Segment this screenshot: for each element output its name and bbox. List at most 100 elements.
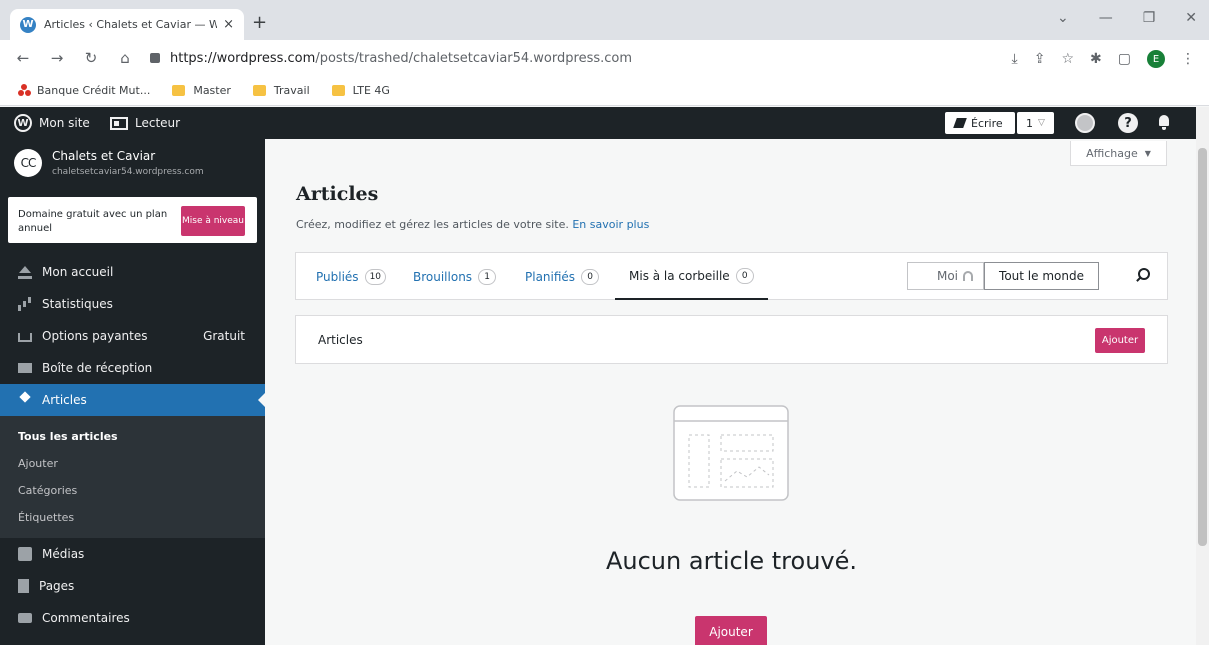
learn-more-link[interactable]: En savoir plus [572, 218, 649, 231]
wordpress-favicon-icon: W [20, 16, 36, 33]
forward-icon[interactable]: → [46, 49, 68, 67]
upgrade-button[interactable]: Mise à niveau [181, 206, 245, 236]
my-site-link[interactable]: W Mon site [14, 107, 90, 139]
url-host: https://wordpress.com [170, 50, 316, 66]
folder-icon [252, 85, 266, 96]
help-icon[interactable]: ? [1118, 113, 1138, 133]
add-post-button[interactable]: Ajouter [1095, 328, 1145, 353]
write-button[interactable]: Écrire [945, 112, 1015, 134]
tab-count: 1 [478, 268, 497, 285]
search-icon[interactable] [1136, 268, 1150, 281]
page-title: Articles [296, 183, 379, 205]
tab-search-icon[interactable]: ⌄ [1057, 10, 1069, 26]
bookmarks-bar: Banque Crédit Mut... Master Travail LTE … [0, 76, 1209, 106]
view-label: Affichage [1086, 146, 1138, 160]
bookmark-label: Banque Crédit Mut... [37, 84, 151, 97]
close-window-icon[interactable]: ✕ [1185, 10, 1197, 26]
status-tabs: Publiés 10 Brouillons 1 Planifiés 0 Mis … [295, 252, 1168, 300]
caret-down-icon: ▼ [1144, 148, 1151, 158]
install-icon[interactable]: ⤓ [1012, 51, 1018, 67]
bookmark-item[interactable]: Banque Crédit Mut... [18, 84, 150, 97]
filter-me-label: Moi [936, 269, 958, 283]
sidebar-item-inbox[interactable]: Boîte de réception [0, 352, 265, 384]
submenu-add-new[interactable]: Ajouter [0, 450, 265, 477]
browser-tab[interactable]: W Articles ‹ Chalets et Caviar — Wo × [10, 9, 244, 40]
folder-icon [331, 85, 345, 96]
new-tab-icon[interactable]: + [252, 12, 267, 33]
share-icon[interactable]: ⇪ [1034, 51, 1046, 67]
empty-posts-illustration-icon [673, 405, 789, 501]
bookmark-folder[interactable]: Travail [252, 84, 310, 97]
submenu-all-posts[interactable]: Tous les articles [0, 423, 265, 450]
url-field[interactable]: https://wordpress.com/posts/trashed/chal… [150, 44, 632, 72]
filter-me[interactable]: Moi [907, 262, 984, 290]
sidebar-item-comments[interactable]: Commentaires [0, 602, 265, 634]
bookmark-label: Travail [273, 84, 310, 97]
page-subtitle: Créez, modifiez et gérez les articles de… [296, 218, 649, 231]
submenu-tags[interactable]: Étiquettes [0, 504, 265, 531]
bookmark-folder[interactable]: LTE 4G [331, 84, 390, 97]
lock-icon [150, 53, 160, 63]
sidebar-item-stats[interactable]: Statistiques [0, 288, 265, 320]
posts-submenu: Tous les articles Ajouter Catégories Éti… [0, 416, 265, 538]
write-label: Écrire [971, 116, 1003, 130]
bookmark-star-icon[interactable]: ☆ [1061, 51, 1074, 67]
user-icon [963, 271, 973, 281]
sidebar-item-label: Articles [42, 393, 87, 407]
minimize-icon[interactable]: — [1099, 10, 1113, 26]
filter-everyone[interactable]: Tout le monde [984, 262, 1099, 290]
tab-label: Mis à la corbeille [629, 268, 730, 283]
sidebar-item-pages[interactable]: Pages [0, 570, 265, 602]
tab-drafts[interactable]: Brouillons 1 [413, 253, 497, 300]
submenu-categories[interactable]: Catégories [0, 477, 265, 504]
extensions-icon[interactable]: ✱ [1090, 51, 1102, 67]
draft-count: 1 [1026, 116, 1034, 130]
reader-link[interactable]: Lecteur [110, 107, 180, 139]
chevron-down-icon: ▽ [1038, 118, 1045, 128]
sidebar-item-posts[interactable]: Articles [0, 384, 265, 416]
tab-scheduled[interactable]: Planifiés 0 [525, 253, 600, 300]
maximize-icon[interactable]: ❐ [1143, 10, 1156, 26]
upsell-text: Domaine gratuit avec un plan annuel [18, 209, 168, 234]
bookmark-label: Master [193, 84, 231, 97]
draft-count-dropdown[interactable]: 1 ▽ [1017, 112, 1054, 134]
empty-state-add-button[interactable]: Ajouter [695, 616, 767, 645]
reader-label: Lecteur [135, 116, 181, 130]
bookmark-folder[interactable]: Master [172, 84, 231, 97]
back-icon[interactable]: ← [12, 49, 34, 67]
notifications-bell-icon[interactable] [1157, 115, 1171, 130]
list-label: Articles [318, 333, 363, 347]
sidebar-item-home[interactable]: Mon accueil [0, 256, 265, 288]
site-header[interactable]: CC Chalets et Caviar chaletsetcaviar54.w… [0, 139, 265, 189]
plan-badge: Gratuit [203, 329, 245, 343]
sidepanel-icon[interactable]: ▢ [1118, 51, 1131, 67]
tab-published[interactable]: Publiés 10 [316, 253, 387, 300]
user-avatar[interactable] [1075, 113, 1095, 133]
sidebar-item-label: Options payantes [42, 329, 148, 343]
comment-icon [18, 613, 32, 623]
profile-avatar[interactable]: E [1147, 50, 1165, 68]
view-dropdown[interactable]: Affichage ▼ [1070, 141, 1167, 166]
sidebar-item-label: Mon accueil [42, 265, 114, 279]
site-name: Chalets et Caviar [52, 149, 156, 163]
tab-close-icon[interactable]: × [223, 17, 234, 32]
upsell-banner: Domaine gratuit avec un plan annuel Mise… [8, 197, 257, 243]
reload-icon[interactable]: ↻ [80, 49, 102, 67]
pages-icon [18, 579, 29, 593]
bar-chart-icon [18, 297, 32, 311]
wp-admin-bar: W Mon site Lecteur Écrire 1 ▽ ? [0, 107, 1196, 139]
sidebar-item-media[interactable]: Médias [0, 538, 265, 570]
menu-kebab-icon[interactable]: ⋮ [1181, 51, 1195, 67]
main-content: Affichage ▼ Articles Créez, modifiez et … [265, 139, 1196, 645]
home-icon[interactable]: ⌂ [114, 49, 136, 67]
scrollbar-thumb[interactable] [1198, 148, 1207, 546]
sidebar-item-upgrades[interactable]: Options payantes Gratuit [0, 320, 265, 352]
pen-icon [953, 118, 967, 128]
sidebar-item-label: Boîte de réception [42, 361, 153, 375]
site-icon: CC [14, 149, 42, 177]
tab-count: 0 [581, 268, 600, 285]
browser-tab-bar: W Articles ‹ Chalets et Caviar — Wo × + … [0, 0, 1209, 40]
bank-logo-icon [18, 84, 31, 97]
tab-trash[interactable]: Mis à la corbeille 0 [615, 253, 768, 300]
bookmark-label: LTE 4G [352, 84, 390, 97]
